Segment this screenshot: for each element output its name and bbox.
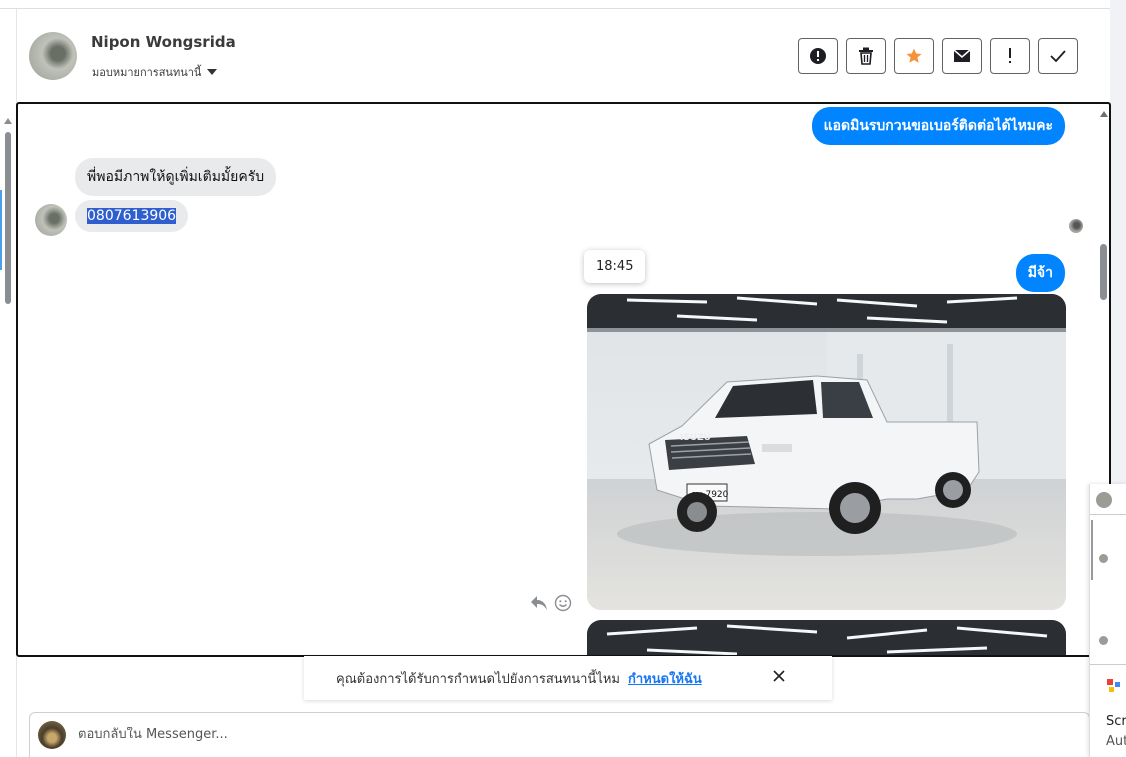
preview-message-avatar (1099, 554, 1108, 563)
exclamation-icon (1009, 48, 1011, 63)
follow-up-button[interactable] (990, 38, 1030, 74)
emoji-react-icon[interactable] (554, 594, 572, 612)
page-avatar (38, 721, 66, 749)
thread-scroll-thumb[interactable] (1100, 244, 1107, 300)
star-icon (906, 48, 922, 63)
preview-title: Scre (1106, 714, 1126, 729)
truck-brand-text: ISUZU (680, 433, 711, 443)
side-preview-window[interactable]: Scre Aut (1089, 484, 1126, 757)
seen-avatar (1069, 219, 1083, 233)
assignment-notice: คุณต้องการได้รับการกำหนดไปยังการสนทนานี้… (304, 656, 832, 700)
sender-avatar[interactable] (35, 204, 67, 236)
assign-to-me-link[interactable]: กำหนดให้ฉัน (628, 668, 702, 689)
assign-conversation-dropdown[interactable]: มอบหมายการสนทนานี้ (92, 63, 218, 81)
reply-composer (29, 712, 1090, 757)
incoming-message[interactable]: พี่พอมีภาพให้ดูเพิ่มเติมมั้ยครับ (75, 158, 277, 196)
close-icon[interactable] (772, 669, 786, 683)
mark-unread-button[interactable] (942, 38, 982, 74)
assign-label: มอบหมายการสนทนานี้ (92, 66, 202, 79)
app-logo-icon (1107, 679, 1120, 692)
star-button[interactable] (894, 38, 934, 74)
message-thread[interactable]: แอดมินรบกวนขอเบอร์ติดต่อได้ไหมคะ พี่พอมี… (16, 102, 1111, 657)
outgoing-message[interactable]: แอดมินรบกวนขอเบอร์ติดต่อได้ไหมคะ (811, 107, 1065, 145)
contact-name[interactable]: Nipon Wongsrida (91, 33, 236, 51)
thread-scroll-up-icon[interactable] (1100, 111, 1108, 117)
focus-indicator (0, 190, 2, 270)
preview-message-avatar (1099, 636, 1108, 645)
page-scroll-thumb[interactable] (5, 132, 11, 304)
reply-arrow-icon[interactable] (530, 595, 548, 611)
preview-divider (1090, 514, 1126, 515)
selected-phone-text: 0807613906 (87, 208, 177, 224)
conversation-actions (798, 38, 1078, 74)
preview-divider (1090, 664, 1126, 665)
timestamp-tooltip: 18:45 (584, 250, 646, 283)
photo-attachment[interactable]: ISUZU กน 7920 (587, 294, 1066, 610)
reply-input[interactable] (78, 727, 978, 742)
preview-subtitle: Aut (1106, 734, 1126, 749)
pickup-truck-photo: ISUZU กน 7920 (587, 294, 1066, 610)
scroll-up-arrow-icon[interactable] (4, 118, 12, 124)
preview-avatar (1096, 492, 1112, 508)
top-divider (0, 8, 1110, 9)
page-scrollbar[interactable] (4, 118, 12, 304)
incoming-message-phone[interactable]: 0807613906 (75, 200, 189, 232)
photo-attachment-second[interactable] (587, 620, 1066, 655)
check-icon (1050, 50, 1066, 62)
notice-text: คุณต้องการได้รับการกำหนดไปยังการสนทนานี้… (336, 671, 620, 687)
envelope-icon (953, 49, 971, 62)
outgoing-message-short[interactable]: มีจ้า (1015, 254, 1065, 292)
second-photo-preview (587, 620, 1066, 655)
message-hover-tools (530, 594, 572, 612)
preview-scrollbar (1091, 520, 1093, 580)
trash-icon (859, 47, 873, 65)
exclamation-circle-icon (810, 48, 826, 64)
report-spam-button[interactable] (798, 38, 838, 74)
contact-avatar[interactable] (29, 32, 77, 80)
caret-down-icon (207, 69, 218, 75)
mark-done-button[interactable] (1038, 38, 1078, 74)
delete-button[interactable] (846, 38, 886, 74)
